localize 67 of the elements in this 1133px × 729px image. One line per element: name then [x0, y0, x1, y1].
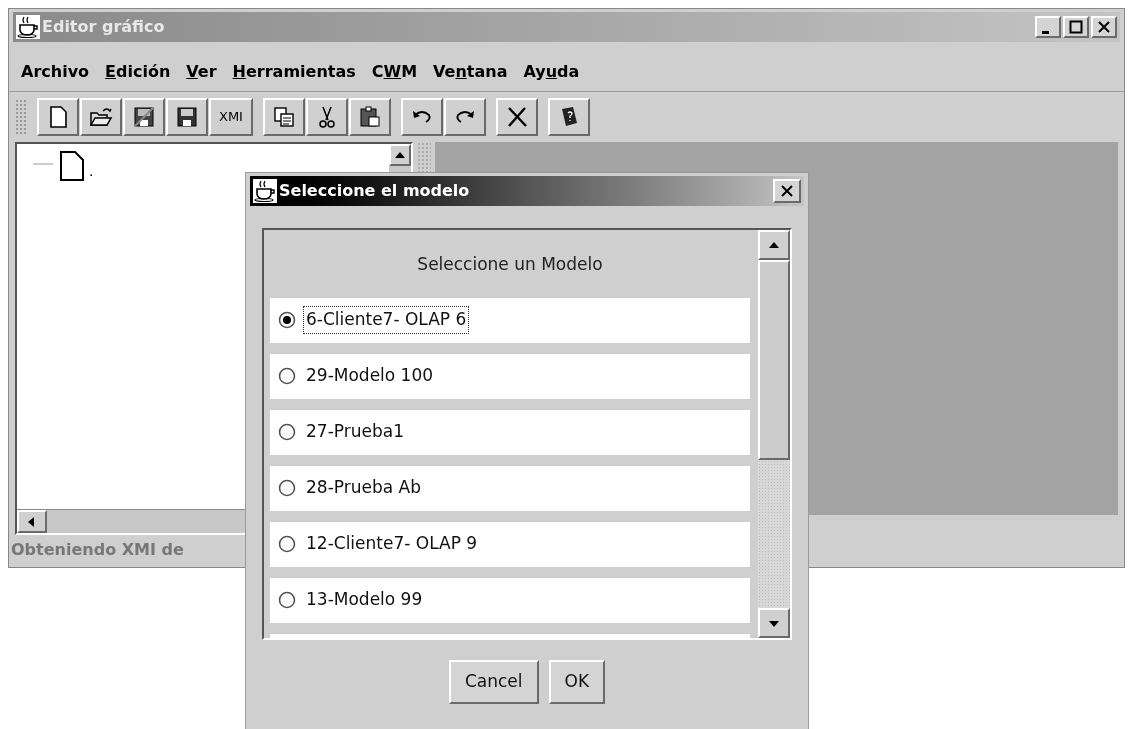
model-option[interactable]: 29-Modelo 100	[270, 353, 750, 399]
model-option[interactable]: 13-Modelo 99	[270, 577, 750, 623]
toolbar-button[interactable]	[80, 98, 122, 136]
menu-item[interactable]: Herramientas	[232, 59, 356, 84]
menu-item[interactable]: CWM	[371, 59, 418, 84]
folder-icon	[89, 105, 113, 129]
radio-button[interactable]	[278, 423, 296, 441]
toolbar-button[interactable]	[443, 98, 486, 136]
coffee-cup-icon	[253, 179, 277, 203]
toolbar-button[interactable]	[37, 98, 79, 136]
scroll-left-button[interactable]	[17, 510, 47, 533]
dialog-button[interactable]: Cancel	[448, 660, 539, 704]
minimize-icon	[1042, 30, 1049, 34]
option-label: 6-Cliente7- OLAP 6	[304, 307, 469, 333]
window-title: Editor gráfico	[42, 16, 165, 38]
copy-icon	[271, 105, 296, 129]
scroll-thumb[interactable]	[758, 260, 790, 460]
toolbar-button[interactable]	[166, 98, 208, 136]
model-option[interactable]: 28-Prueba Ab	[270, 465, 750, 511]
dialog-title: Seleccione el modelo	[279, 180, 470, 202]
radio-button[interactable]	[278, 367, 296, 385]
model-option[interactable]: 12-Cliente7- OLAP 9	[270, 521, 750, 567]
toolbar-button[interactable]: XMI	[209, 98, 253, 136]
model-option[interactable]: 6-Cliente7- OLAP 6	[270, 297, 750, 343]
toolbar-button[interactable]	[547, 98, 590, 136]
menu-item[interactable]: Ayuda	[523, 59, 580, 84]
toolbar-grip[interactable]	[15, 99, 27, 135]
menu-item[interactable]: Edición	[105, 59, 171, 84]
radio-button[interactable]	[278, 311, 296, 329]
menu-item[interactable]: Ventana	[433, 59, 508, 84]
scroll-up-button[interactable]	[389, 144, 411, 166]
toolbar-button[interactable]	[400, 98, 443, 136]
option-label: 13-Modelo 99	[305, 588, 424, 612]
option-label: 28-Prueba Ab	[305, 476, 422, 500]
model-option[interactable]: 27-Prueba1	[270, 409, 750, 455]
close-button[interactable]	[1091, 16, 1117, 38]
toolbar-button[interactable]	[305, 98, 348, 136]
dialog-button[interactable]: OK	[548, 660, 606, 704]
menu-item[interactable]: Archivo	[21, 59, 90, 84]
vertical-scrollbar[interactable]	[758, 230, 790, 638]
toolbar-button[interactable]	[348, 98, 391, 136]
status-text: Obteniendo XMI de	[11, 539, 184, 561]
close-icon	[780, 184, 794, 198]
option-label: 29-Modelo 100	[305, 364, 435, 388]
tree-line-icon	[33, 162, 55, 166]
scroll-down-button[interactable]	[758, 608, 790, 638]
toolbar-button[interactable]	[495, 98, 538, 136]
floppy-disk-icon	[132, 105, 156, 129]
menu-item[interactable]: Ver	[186, 59, 217, 84]
coffee-cup-icon	[16, 15, 40, 39]
minimize-button[interactable]	[1035, 16, 1061, 38]
tree-node-label[interactable]: .	[89, 161, 94, 182]
close-icon	[1097, 20, 1111, 34]
radio-button[interactable]	[278, 591, 296, 609]
scroll-up-button[interactable]	[758, 230, 790, 260]
list-heading: Seleccione un Modelo	[417, 253, 603, 276]
toolbar-button[interactable]	[262, 98, 305, 136]
blank-page-icon	[59, 150, 85, 182]
option-label: 12-Cliente7- OLAP 9	[305, 532, 479, 556]
radio-button[interactable]	[278, 535, 296, 553]
option-label: 27-Prueba1	[305, 420, 405, 444]
radio-button[interactable]	[278, 479, 296, 497]
close-button[interactable]	[773, 179, 801, 203]
toolbar-button[interactable]	[123, 98, 165, 136]
maximize-icon	[1069, 20, 1083, 34]
clipboard-icon	[357, 105, 382, 129]
maximize-button[interactable]	[1063, 16, 1089, 38]
